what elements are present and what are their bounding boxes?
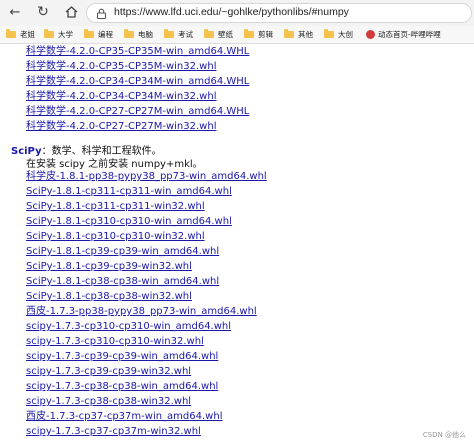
folder-icon bbox=[284, 29, 294, 38]
section-heading: SciPy：数学、科学和工程软件。 bbox=[11, 145, 162, 159]
download-link[interactable]: SciPy-1.8.1-cp311-cp311-win32.whl bbox=[26, 200, 205, 214]
folder-icon bbox=[6, 29, 16, 38]
folder-icon bbox=[164, 29, 174, 38]
download-link[interactable]: 科学数学-4.2.0-CP35-CP35M-win32.whl bbox=[26, 60, 216, 74]
bookmark-folder[interactable]: 电脑 bbox=[124, 28, 153, 41]
bookmark-label: 动态首页-哔哩哔哩 bbox=[378, 30, 441, 39]
bookmark-folder[interactable]: 壁纸 bbox=[204, 28, 233, 41]
bookmark-folder[interactable]: 剪辑 bbox=[244, 28, 273, 41]
download-link[interactable]: SciPy-1.8.1-cp38-cp38-win_amd64.whl bbox=[26, 275, 219, 289]
bookmark-folder[interactable]: 大学 bbox=[44, 28, 73, 41]
download-link[interactable]: scipy-1.7.3-cp37-cp37m-win32.whl bbox=[26, 425, 201, 439]
back-icon[interactable]: ← bbox=[6, 3, 24, 21]
package-name-link[interactable]: SciPy bbox=[11, 146, 42, 157]
page-content: 科学数学-4.2.0-CP35-CP35M-win_amd64.WHL 科学数学… bbox=[0, 44, 474, 444]
folder-icon bbox=[204, 29, 214, 38]
download-link[interactable]: 科学数学-4.2.0-CP34-CP34M-win_amd64.WHL bbox=[26, 75, 249, 89]
download-link[interactable]: SciPy-1.8.1-cp311-cp311-win_amd64.whl bbox=[26, 185, 232, 199]
bookmark-label: 编程 bbox=[98, 30, 113, 39]
download-link[interactable]: scipy-1.7.3-cp39-cp39-win32.whl bbox=[26, 365, 191, 379]
bookmark-folder[interactable]: 编程 bbox=[84, 28, 113, 41]
download-link[interactable]: scipy-1.7.3-cp310-cp310-win_amd64.whl bbox=[26, 320, 231, 334]
package-description: ：数学、科学和工程软件。 bbox=[41, 146, 162, 157]
folder-icon bbox=[244, 29, 254, 38]
download-link[interactable]: 西皮-1.7.3-cp37-cp37m-win_amd64.whl bbox=[26, 410, 222, 424]
folder-icon bbox=[44, 29, 54, 38]
bilibili-icon bbox=[366, 30, 375, 39]
address-bar[interactable]: https://www.lfd.uci.edu/~gohlke/pythonli… bbox=[86, 3, 472, 23]
folder-icon bbox=[124, 29, 134, 38]
bookmark-label: 电脑 bbox=[138, 30, 153, 39]
watermark: CSDN @他么 bbox=[422, 431, 466, 439]
url-text[interactable]: https://www.lfd.uci.edu/~gohlke/pythonli… bbox=[114, 6, 349, 18]
download-link[interactable]: scipy-1.7.3-cp38-cp38-win32.whl bbox=[26, 395, 191, 409]
download-link[interactable]: SciPy-1.8.1-cp310-cp310-win_amd64.whl bbox=[26, 215, 232, 229]
bookmark-label: 其他 bbox=[298, 30, 313, 39]
refresh-icon[interactable]: ↻ bbox=[34, 3, 52, 21]
download-link[interactable]: scipy-1.7.3-cp38-cp38-win_amd64.whl bbox=[26, 380, 218, 394]
bookmark-label: 大创 bbox=[338, 30, 353, 39]
download-link[interactable]: 西皮-1.7.3-pp38-pypy38_pp73-win_amd64.whl bbox=[26, 305, 257, 319]
bookmark-label: 大学 bbox=[58, 30, 73, 39]
download-link[interactable]: SciPy-1.8.1-cp39-cp39-win_amd64.whl bbox=[26, 245, 219, 259]
browser-toolbar: ← ↻ https://www.lfd.uci.edu/~gohlke/pyth… bbox=[0, 0, 474, 26]
download-link[interactable]: scipy-1.7.3-cp39-cp39-win_amd64.whl bbox=[26, 350, 218, 364]
bookmark-label: 考试 bbox=[178, 30, 193, 39]
home-icon[interactable] bbox=[62, 3, 80, 21]
bookmark-label: 壁纸 bbox=[218, 30, 233, 39]
bookmark-site[interactable]: 动态首页-哔哩哔哩 bbox=[366, 28, 441, 41]
download-link[interactable]: 科学皮-1.8.1-pp38-pypy38_pp73-win_amd64.whl bbox=[26, 170, 267, 184]
download-link[interactable]: scipy-1.7.3-cp310-cp310-win32.whl bbox=[26, 335, 204, 349]
bookmarks-bar: 老姐 大学 编程 电脑 考试 壁纸 剪辑 其他 大创 动态首页-哔哩哔哩 bbox=[0, 26, 474, 44]
folder-icon bbox=[84, 29, 94, 38]
bookmark-folder[interactable]: 考试 bbox=[164, 28, 193, 41]
download-link[interactable]: 科学数学-4.2.0-CP27-CP27M-win_amd64.WHL bbox=[26, 105, 249, 119]
download-link[interactable]: 科学数学-4.2.0-CP34-CP34M-win32.whl bbox=[26, 90, 216, 104]
bookmark-label: 老姐 bbox=[20, 30, 35, 39]
lock-icon[interactable] bbox=[96, 8, 107, 19]
bookmark-folder[interactable]: 老姐 bbox=[6, 28, 35, 41]
download-link[interactable]: 科学数学-4.2.0-CP27-CP27M-win32.whl bbox=[26, 120, 216, 134]
bookmark-folder[interactable]: 大创 bbox=[324, 28, 353, 41]
download-link[interactable]: SciPy-1.8.1-cp38-cp38-win32.whl bbox=[26, 290, 192, 304]
download-link[interactable]: SciPy-1.8.1-cp310-cp310-win32.whl bbox=[26, 230, 205, 244]
download-link[interactable]: SciPy-1.8.1-cp39-cp39-win32.whl bbox=[26, 260, 192, 274]
download-link[interactable]: 科学数学-4.2.0-CP35-CP35M-win_amd64.WHL bbox=[26, 45, 249, 59]
bookmark-label: 剪辑 bbox=[258, 30, 273, 39]
folder-icon bbox=[324, 29, 334, 38]
bookmark-folder[interactable]: 其他 bbox=[284, 28, 313, 41]
